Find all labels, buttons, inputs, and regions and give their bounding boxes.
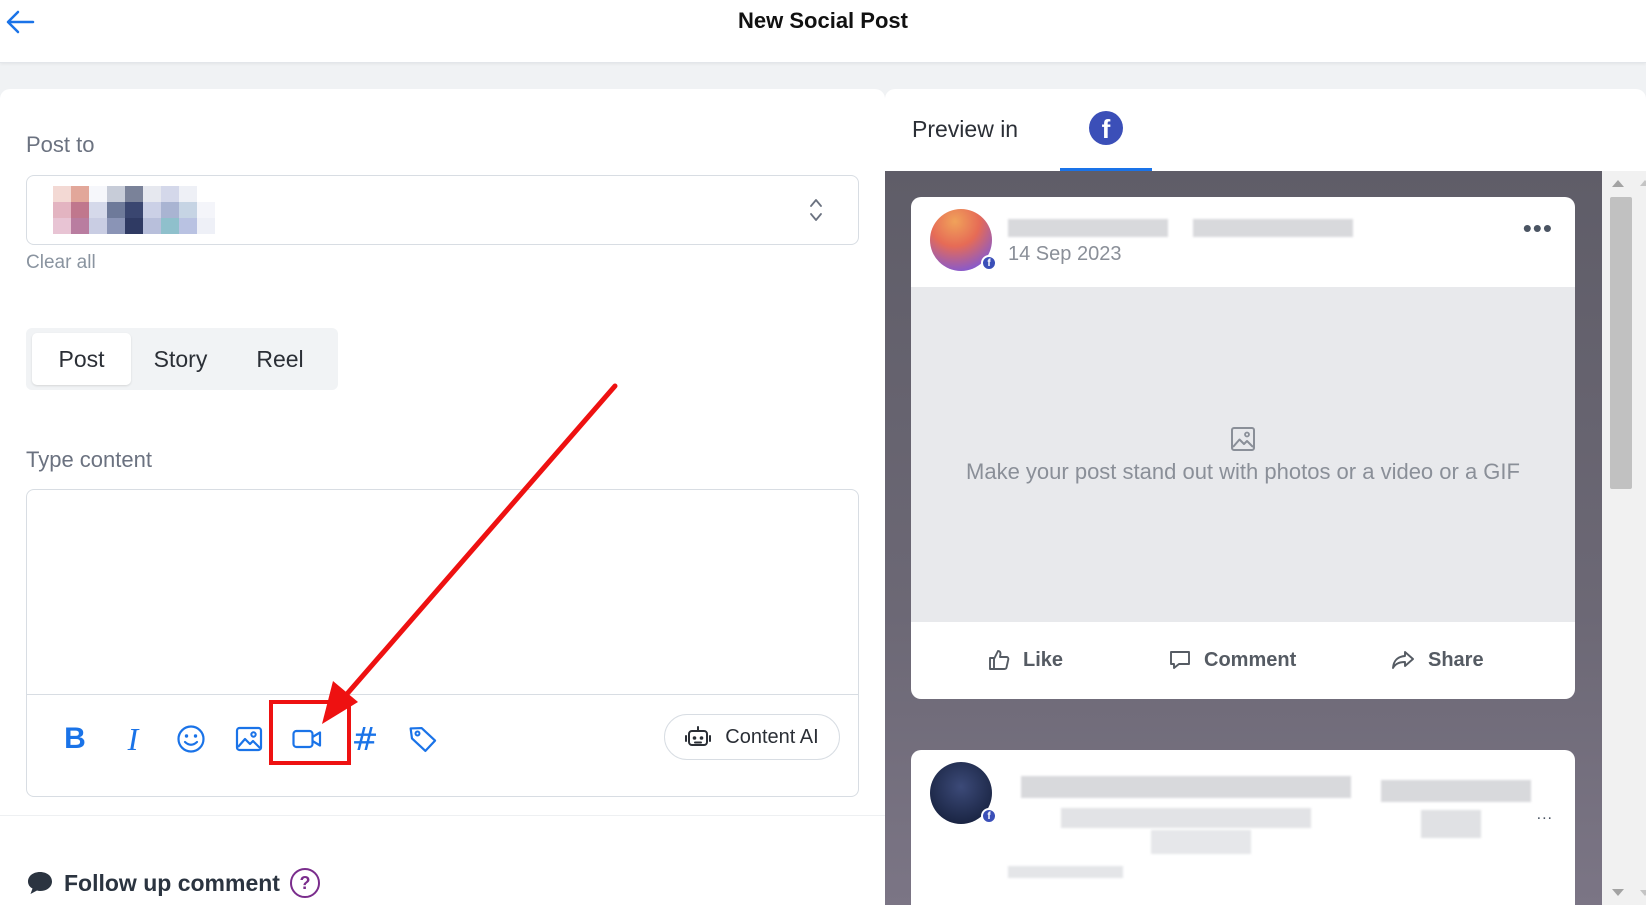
share-action[interactable]: Share: [1390, 648, 1484, 672]
tab-facebook[interactable]: f: [1060, 89, 1152, 171]
post-date: 14 Sep 2023: [1008, 243, 1122, 265]
post-to-label: Post to: [26, 132, 95, 157]
image-icon[interactable]: [229, 719, 269, 759]
scroll-thumb[interactable]: [1610, 197, 1632, 489]
facebook-badge-icon: f: [981, 808, 997, 824]
blurred-text: [1381, 780, 1531, 802]
share-icon: [1392, 651, 1414, 669]
facebook-post-preview: f 14 Sep 2023 ••• Make your post stand o…: [911, 197, 1575, 699]
follow-up-comment[interactable]: Follow up comment ?: [26, 868, 320, 898]
blurred-text: [1421, 810, 1481, 838]
content-editor: B I # Content AI: [26, 489, 859, 797]
thumbs-up-icon: [989, 650, 1010, 670]
preview-scrollbar[interactable]: [1602, 171, 1646, 905]
facebook-post-preview-2: f ...: [911, 750, 1575, 905]
emoji-icon[interactable]: [171, 719, 211, 759]
divider: [0, 815, 885, 816]
tag-icon[interactable]: [403, 719, 443, 759]
scroll-down-arrow-outer: [1640, 890, 1646, 896]
chevron-updown-icon: [810, 199, 822, 221]
follow-up-label: Follow up comment: [64, 869, 280, 896]
preview-header: Preview in f: [885, 89, 1646, 171]
content-ai-button[interactable]: Content AI: [664, 714, 840, 760]
like-action[interactable]: Like: [987, 648, 1063, 672]
share-label: Share: [1428, 648, 1484, 671]
blurred-text: [1021, 776, 1351, 798]
help-icon[interactable]: ?: [289, 868, 320, 898]
more-options-icon[interactable]: •••: [1523, 215, 1553, 241]
more-options-icon[interactable]: ...: [1537, 807, 1553, 823]
comment-label: Comment: [1204, 648, 1297, 671]
image-placeholder-icon: [1231, 426, 1255, 451]
blurred-text: [1061, 808, 1311, 828]
content-ai-label: Content AI: [725, 725, 819, 748]
like-label: Like: [1023, 648, 1064, 671]
post-type-tabs: Post Story Reel: [26, 328, 338, 390]
blurred-page-name: [1193, 219, 1353, 237]
media-placeholder-text: Make your post stand out with photos or …: [966, 458, 1520, 484]
blurred-text: [1151, 830, 1251, 854]
editor-toolbar: B I # Content AI: [27, 694, 858, 796]
italic-icon[interactable]: I: [113, 719, 153, 759]
post-action-bar: Like Comment Share: [911, 622, 1575, 699]
comment-icon: [1170, 651, 1190, 669]
hashtag-icon[interactable]: #: [345, 719, 385, 759]
robot-icon: [685, 726, 712, 746]
scroll-down-arrow[interactable]: [1612, 889, 1624, 896]
preview-canvas: f 14 Sep 2023 ••• Make your post stand o…: [885, 171, 1602, 905]
facebook-icon: f: [1089, 111, 1123, 145]
scroll-up-arrow-outer: [1640, 180, 1646, 186]
facebook-badge-icon: f: [981, 255, 997, 271]
tab-post[interactable]: Post: [32, 333, 131, 385]
video-icon[interactable]: [287, 719, 327, 759]
content-textarea[interactable]: [27, 490, 858, 694]
comment-action[interactable]: Comment: [1168, 648, 1296, 672]
preview-label: Preview in: [912, 116, 1019, 142]
scroll-up-arrow[interactable]: [1612, 180, 1624, 187]
page-title: New Social Post: [738, 8, 908, 33]
tab-reel[interactable]: Reel: [230, 333, 330, 385]
post-to-select[interactable]: [26, 175, 859, 245]
blurred-date: [1008, 866, 1123, 878]
account-avatars-pixelated: [53, 186, 215, 234]
top-bar: New Social Post: [0, 0, 1646, 63]
clear-all-link[interactable]: Clear all: [26, 252, 96, 274]
bold-icon[interactable]: B: [55, 719, 95, 759]
tab-story[interactable]: Story: [131, 333, 230, 385]
content-label: Type content: [26, 447, 152, 472]
media-placeholder: Make your post stand out with photos or …: [911, 287, 1575, 622]
blurred-page-name: [1008, 219, 1168, 237]
comment-bubble-icon: [28, 872, 52, 894]
